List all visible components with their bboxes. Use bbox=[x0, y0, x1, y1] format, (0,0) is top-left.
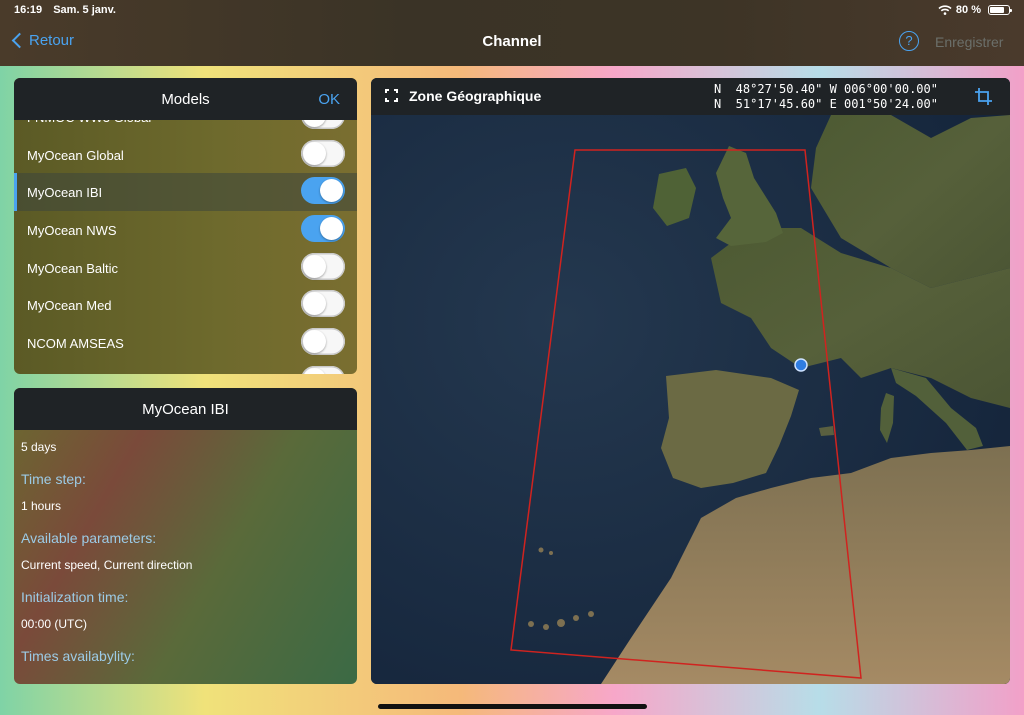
model-toggle[interactable] bbox=[301, 290, 345, 318]
map-title: Zone Géographique bbox=[409, 88, 542, 104]
model-toggle[interactable] bbox=[301, 328, 345, 356]
model-toggle[interactable] bbox=[301, 215, 345, 243]
location-marker[interactable] bbox=[794, 358, 808, 372]
model-toggle[interactable] bbox=[301, 177, 345, 205]
model-label: MyOcean IBI bbox=[27, 185, 103, 201]
page-title: Channel bbox=[482, 33, 542, 50]
crop-icon[interactable] bbox=[975, 88, 992, 105]
model-row[interactable]: MyOcean Baltic bbox=[14, 249, 357, 287]
toggle-knob bbox=[320, 179, 343, 203]
wifi-icon bbox=[938, 5, 952, 15]
toggle-knob bbox=[303, 141, 326, 165]
toggle-knob bbox=[303, 254, 326, 278]
times-availability-label: Times availabylity: bbox=[21, 648, 135, 664]
time-step-label: Time step: bbox=[21, 471, 86, 487]
toggle-knob bbox=[320, 217, 343, 241]
battery-icon bbox=[988, 5, 1012, 15]
parameters-value: Current speed, Current direction bbox=[21, 558, 193, 572]
ok-button[interactable]: OK bbox=[318, 91, 340, 108]
satellite-map[interactable] bbox=[371, 78, 1010, 684]
save-button[interactable]: Enregistrer bbox=[935, 34, 1003, 50]
model-label: MyOcean Med bbox=[27, 298, 112, 314]
models-list[interactable]: FNMOC WW3 GlobalMyOcean GlobalMyOcean IB… bbox=[14, 98, 357, 374]
model-info-title: MyOcean IBI bbox=[14, 388, 357, 430]
model-label: MyOcean NWS bbox=[27, 223, 117, 239]
coordinates-line-2: N 51°17'45.60" E 001°50'24.00" bbox=[714, 97, 938, 111]
battery-fill bbox=[990, 7, 1005, 13]
model-row[interactable]: MyOcean Med bbox=[14, 286, 357, 324]
battery-percent: 80 % bbox=[955, 4, 981, 16]
model-info-panel: MyOcean IBI 5 days Time step: 1 hours Av… bbox=[14, 388, 357, 684]
model-row[interactable]: MyOcean Global bbox=[14, 136, 357, 174]
map-panel[interactable]: Zone Géographique N 48°27'50.40" W 006°0… bbox=[371, 78, 1010, 684]
navigation-bar: Retour Channel ? Enregistrer bbox=[0, 30, 1024, 56]
status-bar: 16:19 Sam. 5 janv. 80 % bbox=[14, 4, 1012, 18]
toggle-knob bbox=[303, 367, 326, 374]
help-icon[interactable]: ? bbox=[899, 31, 919, 51]
coordinates-line-1: N 48°27'50.40" W 006°00'00.00" bbox=[714, 82, 938, 96]
initialization-value: 00:00 (UTC) bbox=[21, 617, 88, 631]
model-row[interactable]: MyOcean NWS bbox=[14, 211, 357, 249]
toggle-knob bbox=[303, 292, 326, 316]
models-panel: Models OK FNMOC WW3 GlobalMyOcean Global… bbox=[14, 78, 357, 374]
coordinates-readout: N 48°27'50.40" W 006°00'00.00" N 51°17'4… bbox=[714, 82, 938, 112]
model-label: MyOcean Baltic bbox=[27, 260, 119, 276]
parameters-label: Available parameters: bbox=[21, 530, 157, 546]
toggle-knob bbox=[303, 330, 326, 354]
model-row[interactable] bbox=[14, 362, 357, 374]
model-label: MyOcean Global bbox=[27, 147, 124, 163]
duration-value: 5 days bbox=[21, 440, 57, 454]
initialization-label: Initialization time: bbox=[21, 589, 129, 605]
model-label: NCOM AMSEAS bbox=[27, 336, 124, 352]
model-row[interactable]: MyOcean IBI bbox=[14, 173, 357, 212]
model-row[interactable]: NCOM AMSEAS bbox=[14, 324, 357, 362]
expand-icon[interactable] bbox=[385, 89, 398, 102]
status-time: 16:19 bbox=[14, 4, 43, 16]
home-indicator[interactable] bbox=[378, 704, 647, 709]
model-toggle[interactable] bbox=[301, 252, 345, 280]
models-title: Models bbox=[161, 91, 210, 108]
time-step-value: 1 hours bbox=[21, 499, 62, 513]
map-header: Zone Géographique N 48°27'50.40" W 006°0… bbox=[371, 78, 1010, 115]
status-date: Sam. 5 janv. bbox=[53, 4, 116, 16]
model-toggle[interactable] bbox=[301, 365, 345, 374]
model-toggle[interactable] bbox=[301, 139, 345, 167]
models-header: Models OK bbox=[14, 78, 357, 120]
